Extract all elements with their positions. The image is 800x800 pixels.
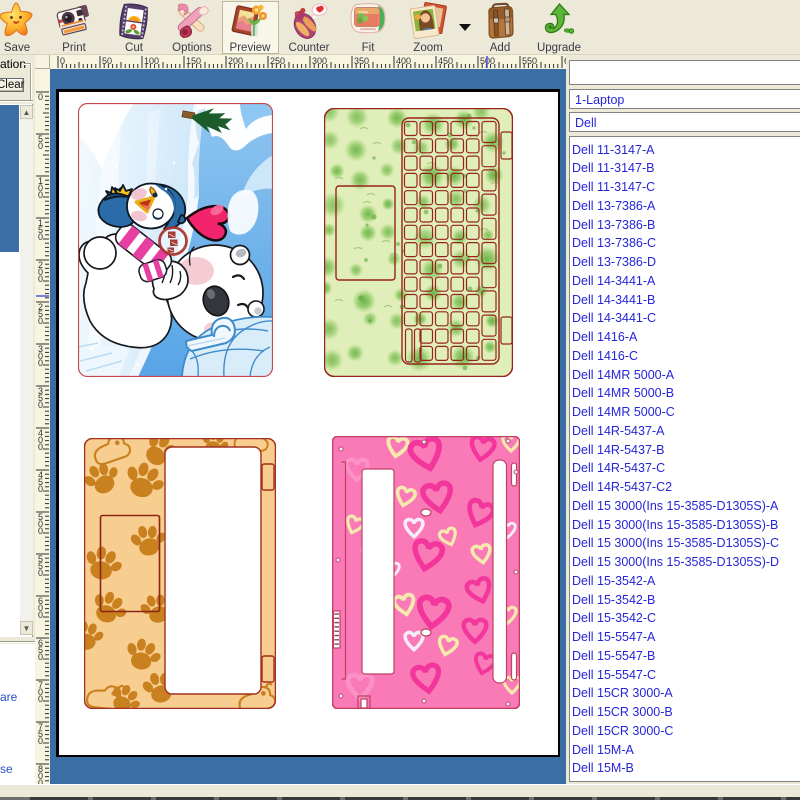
svg-text:0: 0	[38, 442, 43, 452]
svg-text:0: 0	[38, 568, 43, 578]
svg-text:0: 0	[38, 652, 43, 662]
svg-text:0: 0	[38, 484, 43, 494]
svg-text:0: 0	[38, 400, 43, 410]
svg-text:0: 0	[38, 316, 43, 326]
svg-text:0: 0	[38, 358, 43, 368]
svg-text:0: 0	[38, 610, 43, 620]
svg-text:0: 0	[38, 736, 43, 746]
svg-text:0: 0	[38, 92, 43, 102]
svg-text:50: 50	[102, 56, 112, 66]
svg-text:0: 0	[38, 232, 43, 242]
svg-text:0: 0	[38, 190, 43, 200]
svg-text:0: 0	[38, 526, 43, 536]
svg-text:0: 0	[38, 694, 43, 704]
svg-text:0: 0	[38, 274, 43, 284]
svg-text:0: 0	[38, 141, 43, 151]
